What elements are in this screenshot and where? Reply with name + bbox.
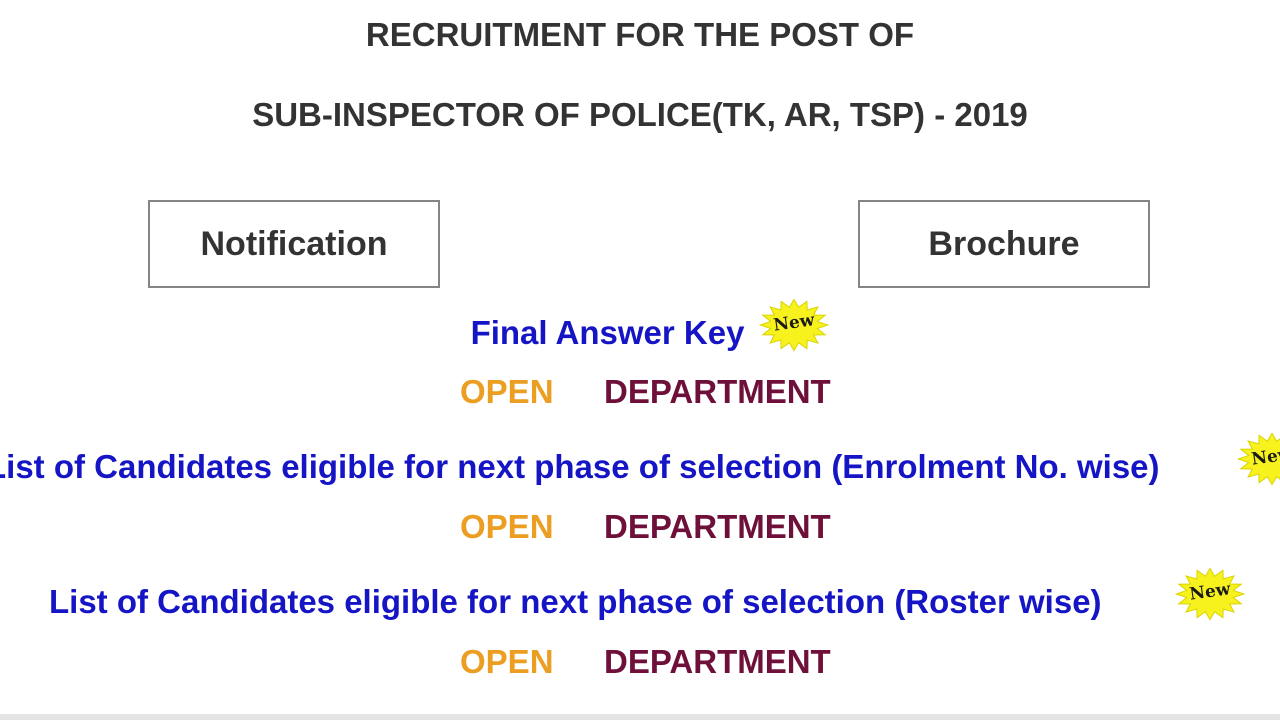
entry-links-row: OPEN DEPARTMENT — [0, 643, 1280, 683]
notification-button[interactable]: Notification — [148, 200, 440, 288]
eligible-candidates-enrolment-link[interactable]: List of Candidates eligible for next pha… — [0, 448, 1228, 486]
page-title-line2: SUB-INSPECTOR OF POLICE(TK, AR, TSP) - 2… — [252, 96, 1028, 133]
brochure-button[interactable]: Brochure — [858, 200, 1150, 288]
new-starburst-icon: New — [1236, 431, 1280, 487]
eligible-candidates-roster-link[interactable]: List of Candidates eligible for next pha… — [49, 583, 1169, 621]
brochure-button-label: Brochure — [928, 224, 1080, 263]
entry-links-row: OPEN DEPARTMENT — [0, 508, 1280, 548]
department-link[interactable]: DEPARTMENT — [604, 373, 831, 411]
final-answer-key-link[interactable]: Final Answer Key — [0, 314, 1215, 352]
department-link[interactable]: DEPARTMENT — [604, 643, 831, 681]
entry-links-row: OPEN DEPARTMENT — [0, 373, 1280, 413]
open-link[interactable]: OPEN — [460, 373, 554, 411]
open-link[interactable]: OPEN — [460, 643, 554, 681]
new-starburst-icon: New — [758, 297, 830, 353]
open-link[interactable]: OPEN — [460, 508, 554, 546]
bottom-divider — [0, 714, 1280, 720]
department-link[interactable]: DEPARTMENT — [604, 508, 831, 546]
page-title-line1: RECRUITMENT FOR THE POST OF — [365, 16, 915, 53]
notification-button-label: Notification — [200, 224, 388, 263]
new-starburst-icon: New — [1174, 566, 1246, 622]
